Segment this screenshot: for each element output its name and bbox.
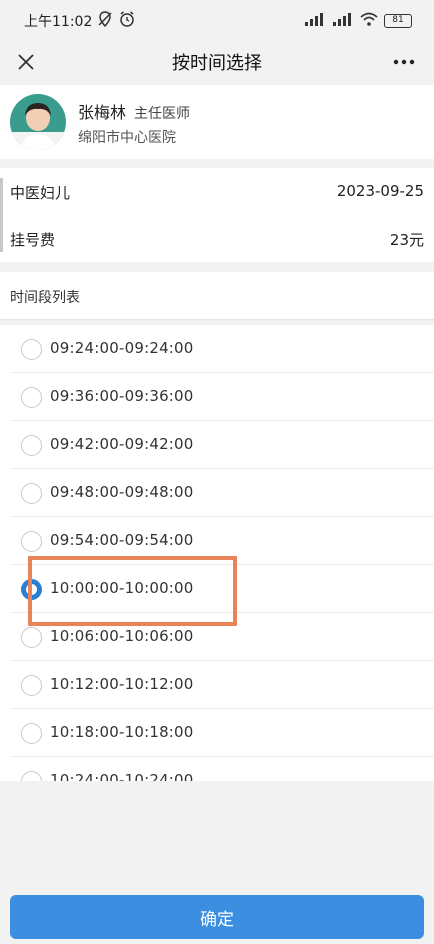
battery-level: 81 <box>392 14 404 25</box>
radio-icon[interactable] <box>21 675 42 696</box>
doctor-card: 张梅林 主任医师 绵阳市中心医院 <box>0 85 434 159</box>
time-slot-label: 10:06:00-10:06:00 <box>50 627 194 645</box>
nav-bar: 按时间选择 <box>0 40 434 84</box>
radio-icon[interactable] <box>21 339 42 360</box>
time-slot-item[interactable]: 10:18:00-10:18:00 <box>10 709 434 757</box>
radio-icon[interactable] <box>21 435 42 456</box>
radio-checked-icon[interactable] <box>21 579 42 600</box>
time-slot-item[interactable]: 09:54:00-09:54:00 <box>10 517 434 565</box>
section-title: 时间段列表 <box>10 290 80 306</box>
time-slot-item[interactable]: 09:42:00-09:42:00 <box>10 421 434 469</box>
status-time: 上午11:02 <box>24 14 93 30</box>
confirm-button[interactable]: 确定 <box>10 895 424 939</box>
time-slot-item[interactable]: 10:24:00-10:24:00 <box>10 757 434 781</box>
time-slot-label: 10:24:00-10:24:00 <box>50 771 194 781</box>
department-label: 中医妇儿 <box>10 184 71 202</box>
time-slot-label: 10:12:00-10:12:00 <box>50 675 194 693</box>
time-slot-item[interactable]: 09:36:00-09:36:00 <box>10 373 434 421</box>
time-slot-label: 09:24:00-09:24:00 <box>50 339 194 357</box>
radio-icon[interactable] <box>21 627 42 648</box>
time-slot-item-selected[interactable]: 10:00:00-10:00:00 <box>10 565 434 613</box>
doctor-title: 主任医师 <box>134 106 191 122</box>
status-bar: 上午11:02 81 <box>0 0 434 40</box>
time-slot-label: 10:00:00-10:00:00 <box>50 579 194 597</box>
fee-row: 挂号费 23元 <box>0 215 434 262</box>
fee-value: 23元 <box>389 231 424 249</box>
location-off-icon <box>96 10 114 32</box>
signal-icon <box>304 11 326 30</box>
time-slot-label: 09:36:00-09:36:00 <box>50 387 194 405</box>
time-slot-list[interactable]: 09:24:00-09:24:00 09:36:00-09:36:00 09:4… <box>0 325 434 781</box>
appointment-info-card: 中医妇儿 2023-09-25 挂号费 23元 <box>0 168 434 262</box>
time-slot-item[interactable]: 09:48:00-09:48:00 <box>10 469 434 517</box>
department-row: 中医妇儿 2023-09-25 <box>0 168 434 215</box>
doctor-name-row: 张梅林 主任医师 <box>78 99 190 123</box>
appointment-date: 2023-09-25 <box>336 182 424 200</box>
doctor-avatar <box>10 94 66 150</box>
time-slot-item[interactable]: 09:24:00-09:24:00 <box>10 325 434 373</box>
doctor-name: 张梅林 <box>78 103 127 122</box>
time-slot-section-header: 时间段列表 <box>0 272 434 320</box>
status-indicators: 81 <box>304 11 412 30</box>
signal-icon-2 <box>332 11 354 30</box>
time-slot-item[interactable]: 10:12:00-10:12:00 <box>10 661 434 709</box>
page-title: 按时间选择 <box>172 53 262 74</box>
radio-icon[interactable] <box>21 771 42 781</box>
radio-icon[interactable] <box>21 723 42 744</box>
radio-icon[interactable] <box>21 483 42 504</box>
time-slot-label: 09:42:00-09:42:00 <box>50 435 194 453</box>
hospital-name: 绵阳市中心医院 <box>78 130 176 146</box>
time-slot-label: 10:18:00-10:18:00 <box>50 723 194 741</box>
radio-icon[interactable] <box>21 531 42 552</box>
fee-label: 挂号费 <box>10 231 56 249</box>
time-slot-label: 09:48:00-09:48:00 <box>50 483 194 501</box>
radio-icon[interactable] <box>21 387 42 408</box>
wifi-icon <box>360 11 378 30</box>
time-slot-item[interactable]: 10:06:00-10:06:00 <box>10 613 434 661</box>
more-button[interactable] <box>386 44 422 80</box>
more-icon <box>393 59 415 65</box>
time-slot-label: 09:54:00-09:54:00 <box>50 531 194 549</box>
alarm-icon <box>118 10 136 32</box>
battery-icon: 81 <box>384 13 412 28</box>
